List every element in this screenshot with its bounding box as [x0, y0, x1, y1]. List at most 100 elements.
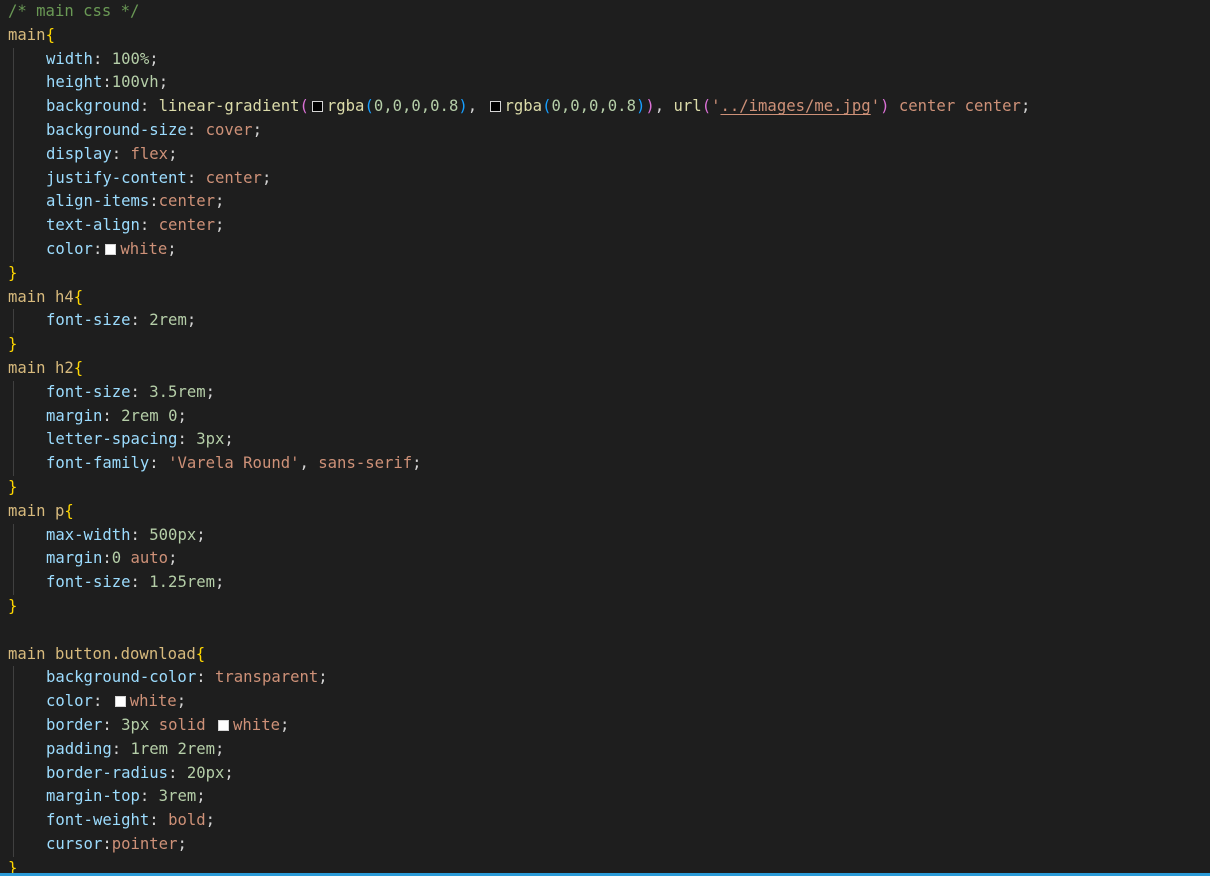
code-line[interactable]: justify-content: center; [8, 166, 1210, 191]
code-line[interactable]: background-size: cover; [8, 118, 1210, 143]
code-line[interactable]: letter-spacing: 3px; [8, 428, 1210, 453]
indent-guide [13, 190, 14, 215]
token-num: 2rem [149, 311, 187, 330]
color-swatch[interactable] [218, 719, 230, 731]
code-line[interactable]: margin: 2rem 0; [8, 404, 1210, 429]
indent-guide [13, 166, 14, 191]
code-line-content: padding: 1rem 2rem; [8, 740, 224, 758]
code-line[interactable]: main h2{ [8, 357, 1210, 381]
code-line[interactable]: height:100vh; [8, 71, 1210, 96]
code-line[interactable]: main p{ [8, 500, 1210, 524]
token-num: 100% [111, 49, 150, 68]
color-swatch[interactable] [489, 101, 501, 113]
code-line-content: /* main css */ [8, 2, 139, 20]
token-prop: display [46, 144, 112, 163]
indent-guide [13, 214, 14, 238]
token-val: cover [205, 120, 253, 139]
code-line[interactable]: text-align: center; [8, 214, 1210, 238]
code-line-content: background: linear-gradient(rgba(0,0,0,0… [8, 97, 1030, 115]
token-pun: : [196, 668, 215, 687]
code-editor[interactable]: /* main css */main{width: 100%; height:10… [0, 0, 1210, 876]
token-b1: } [8, 335, 18, 354]
code-line[interactable]: font-size: 1.25rem; [8, 571, 1210, 595]
token-val: bold [168, 811, 206, 830]
indent-guide [13, 404, 14, 429]
token-pun [149, 716, 158, 734]
token-pun: : [168, 763, 187, 782]
code-line[interactable]: max-width: 500px; [8, 523, 1210, 548]
token-num: 3.5rem [149, 382, 206, 401]
code-line[interactable]: main{ [8, 24, 1210, 48]
token-val: pointer [111, 834, 178, 853]
code-line-content: font-size: 3.5rem; [8, 383, 215, 401]
token-prop: color [46, 239, 93, 258]
token-val: center center [898, 97, 1021, 116]
token-pun: ; [167, 239, 177, 258]
token-pun: ; [261, 168, 272, 187]
token-val: center [205, 168, 262, 187]
code-line-content: height:100vh; [8, 73, 168, 91]
code-line[interactable]: font-size: 2rem; [8, 309, 1210, 334]
token-pun: ; [1020, 97, 1031, 116]
token-pun: ; [205, 382, 216, 401]
code-line[interactable]: } [8, 595, 1210, 619]
color-swatch[interactable] [105, 243, 117, 255]
token-pun: : [111, 144, 131, 163]
token-pun: : [130, 525, 150, 544]
token-str: 'Varela Round' [168, 454, 300, 473]
token-b1: { [45, 25, 55, 44]
code-line[interactable]: } [8, 333, 1210, 357]
code-line[interactable]: margin:0 auto; [8, 547, 1210, 572]
code-line[interactable]: } [8, 262, 1210, 286]
code-line[interactable]: } [8, 476, 1210, 500]
code-line[interactable]: color: white; [8, 237, 1210, 262]
color-swatch[interactable] [311, 101, 323, 113]
token-prop: width [46, 49, 93, 68]
code-line[interactable]: /* main css */ [8, 0, 1210, 24]
token-pun: ; [412, 454, 422, 473]
token-num: 0,0,0,0.8 [373, 97, 459, 116]
token-pun: ; [168, 549, 178, 568]
token-pun: : [186, 120, 206, 139]
token-pun: , [467, 97, 487, 116]
code-line[interactable]: font-weight: bold; [8, 809, 1210, 833]
code-line[interactable]: padding: 1rem 2rem; [8, 737, 1210, 762]
code-line-content: main{ [8, 26, 55, 44]
indent-guide [13, 523, 14, 548]
code-line[interactable]: main h4{ [8, 286, 1210, 310]
indent-guide [13, 761, 14, 786]
code-line[interactable]: font-size: 3.5rem; [8, 380, 1210, 405]
code-line-content: border-radius: 20px; [8, 764, 234, 782]
token-pun: : [130, 382, 150, 401]
token-b1: } [8, 477, 18, 496]
token-prop: background-color [46, 668, 197, 687]
code-line[interactable]: display: flex; [8, 142, 1210, 167]
code-line[interactable]: background: linear-gradient(rgba(0,0,0,0… [8, 95, 1210, 119]
code-line[interactable]: cursor:pointer; [8, 832, 1210, 857]
code-line[interactable]: font-family: 'Varela Round', sans-serif; [8, 452, 1210, 476]
code-line[interactable]: border: 3px solid white; [8, 713, 1210, 738]
code-line[interactable]: width: 100%; [8, 47, 1210, 72]
code-line[interactable]: align-items:center; [8, 190, 1210, 215]
color-swatch[interactable] [114, 696, 126, 708]
indent-guide [13, 832, 14, 857]
code-line-content: main button.download{ [8, 645, 205, 663]
token-b2: ) [645, 97, 655, 116]
token-fn: rgba [326, 97, 365, 116]
code-line[interactable] [8, 619, 1210, 643]
token-pun: ; [215, 216, 225, 235]
indent-guide [13, 47, 14, 72]
token-fn: rgba [504, 97, 543, 116]
indent-guide [13, 118, 14, 143]
code-line[interactable]: margin-top: 3rem; [8, 785, 1210, 810]
code-line-content: font-family: 'Varela Round', sans-serif; [8, 454, 422, 472]
token-pun: ; [176, 692, 187, 711]
code-line[interactable]: border-radius: 20px; [8, 761, 1210, 786]
token-pun: ; [318, 668, 328, 687]
code-area[interactable]: /* main css */main{width: 100%; height:10… [8, 0, 1210, 876]
code-line[interactable]: main button.download{ [8, 643, 1210, 667]
code-line-content: margin: 2rem 0; [8, 407, 187, 425]
token-pun [206, 716, 215, 734]
code-line[interactable]: color: white; [8, 690, 1210, 714]
code-line[interactable]: background-color: transparent; [8, 666, 1210, 691]
